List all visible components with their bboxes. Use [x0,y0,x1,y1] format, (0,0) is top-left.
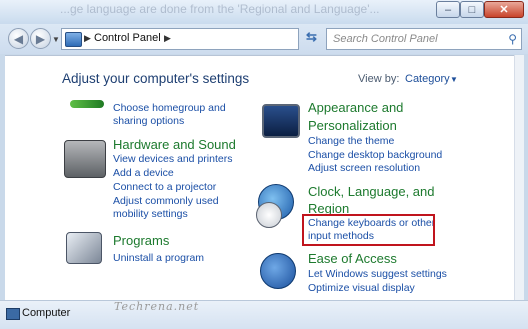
recent-pages-chevron-icon[interactable]: ▼ [52,35,60,44]
clock-icon[interactable] [256,202,282,228]
breadcrumb-control-panel[interactable]: Control Panel [94,32,161,44]
forward-button[interactable]: ▶ [30,28,51,49]
view-by-label: View by: [358,73,400,85]
add-device-link[interactable]: Add a device [113,167,174,179]
ease-of-access-icon[interactable] [260,253,296,289]
suggest-settings-link[interactable]: Let Windows suggest settings [308,268,447,280]
search-placeholder: Search Control Panel [333,33,438,45]
hardware-and-sound-title[interactable]: Hardware and Sound [113,136,236,153]
maximize-button[interactable]: □ [460,1,484,18]
appearance-title-line1[interactable]: Appearance and [308,99,403,116]
back-arrow-icon: ◀ [13,31,24,46]
control-panel-window: ...ge language are done from the 'Region… [0,0,528,329]
title-bar: ...ge language are done from the 'Region… [0,0,528,24]
computer-icon [6,308,20,320]
back-button[interactable]: ◀ [8,28,29,49]
search-input[interactable]: Search Control Panel ⚲ [326,28,522,50]
clock-language-title-line1[interactable]: Clock, Language, and [308,183,434,200]
forward-arrow-icon: ▶ [35,31,46,46]
network-icon[interactable] [70,100,104,108]
page-title: Adjust your computer's settings [62,71,250,86]
address-bar[interactable]: ▶ Control Panel ▶ ▼ [61,28,352,50]
breadcrumb-separator-icon[interactable]: ▶ [164,33,171,44]
desktop-background-link[interactable]: Change desktop background [308,149,442,161]
appearance-title-line2[interactable]: Personalization [308,117,397,134]
refresh-icon[interactable]: ⇆ [303,29,320,48]
close-button[interactable]: ✕ [484,1,524,18]
mobility-settings-link-line2[interactable]: mobility settings [113,208,188,220]
status-bar: Computer [0,300,528,329]
view-by-dropdown[interactable]: Category [405,73,450,85]
screen-resolution-link[interactable]: Adjust screen resolution [308,162,420,174]
minimize-button[interactable]: – [436,1,460,18]
control-panel-icon [65,32,82,47]
programs-title[interactable]: Programs [113,232,169,249]
navigation-bar: ◀ ▶ ▼ ▶ Control Panel ▶ ▼ ⇆ Search Contr… [0,24,528,54]
view-devices-link[interactable]: View devices and printers [113,153,232,165]
connect-projector-link[interactable]: Connect to a projector [113,181,216,193]
watermark-text: Techrena.net [114,300,200,313]
mobility-settings-link[interactable]: Adjust commonly used [113,195,219,207]
highlight-box [302,214,435,246]
optimize-display-link[interactable]: Optimize visual display [308,282,415,294]
breadcrumb-separator-icon[interactable]: ▶ [84,33,91,44]
printer-icon[interactable] [64,140,106,178]
programs-icon[interactable] [66,232,102,264]
faded-background-text: ...ge language are done from the 'Region… [60,2,380,16]
homegroup-link-line2[interactable]: sharing options [113,115,184,127]
change-theme-link[interactable]: Change the theme [308,135,394,147]
scrollbar[interactable] [514,55,524,300]
status-label: Computer [22,307,71,319]
chevron-down-icon[interactable]: ▼ [450,75,458,84]
ease-of-access-title[interactable]: Ease of Access [308,250,397,267]
homegroup-link[interactable]: Choose homegroup and [113,102,226,114]
search-icon[interactable]: ⚲ [508,32,517,46]
appearance-monitor-icon[interactable] [262,104,300,138]
uninstall-program-link[interactable]: Uninstall a program [113,252,204,264]
